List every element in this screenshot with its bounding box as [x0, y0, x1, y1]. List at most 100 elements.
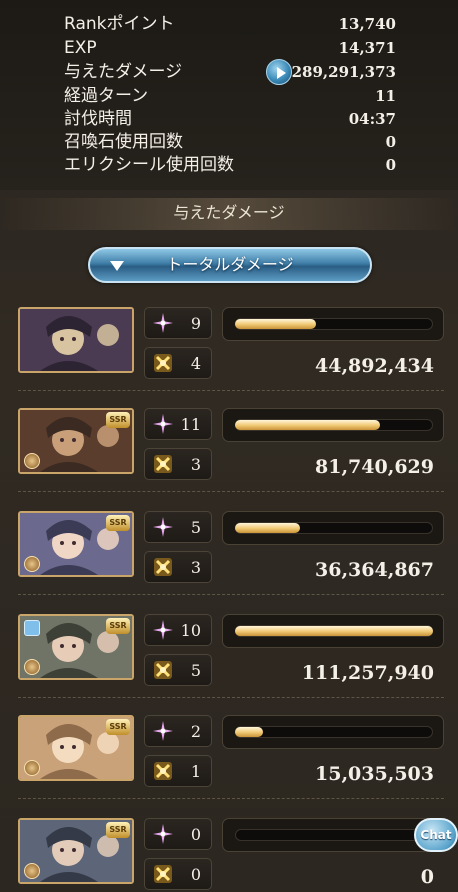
member-damage-value: 81,740,629 — [315, 456, 434, 478]
damage-bar-fill — [235, 727, 263, 737]
row-divider — [18, 798, 444, 799]
element-icon — [24, 556, 40, 572]
element-icon — [24, 453, 40, 469]
ougi-count-pill: 3 — [144, 551, 212, 583]
ougi-count-pill: 4 — [144, 347, 212, 379]
ougi-count-pill: 3 — [144, 448, 212, 480]
damage-bar — [222, 818, 444, 852]
character-portrait[interactable]: SSR — [18, 818, 134, 884]
party-member-row: SSR 11 3 81,740,629 — [18, 408, 448, 494]
ssr-badge: SSR — [106, 515, 130, 531]
skill-count-pill: 11 — [144, 408, 212, 440]
row-divider — [18, 390, 444, 391]
battle-time-label: 討伐時間 — [64, 109, 132, 129]
party-member-row: 9 4 44,892,434 — [18, 307, 448, 393]
skill-count: 11 — [180, 415, 201, 434]
ougi-count-pill: 0 — [144, 858, 212, 890]
ougi-count: 4 — [190, 354, 201, 373]
elapsed-turns-value: 11 — [375, 87, 396, 105]
damage-bar — [222, 307, 444, 341]
party-member-row: SSR 5 3 36,364,867 — [18, 511, 448, 597]
skill-count-pill: 9 — [144, 307, 212, 339]
damage-bar-fill — [235, 523, 300, 533]
sparkle-icon — [153, 517, 173, 537]
damage-type-dropdown[interactable]: トータルダメージ — [88, 247, 372, 283]
damage-detail-play-button[interactable] — [266, 59, 292, 85]
damage-bar — [222, 511, 444, 545]
ssr-badge: SSR — [106, 412, 130, 428]
element-icon — [24, 659, 40, 675]
dropdown-selected-label: トータルダメージ — [166, 255, 294, 274]
party-member-row: SSR 10 5 111,257,940 — [18, 614, 448, 700]
elapsed-turns-label: 経過ターン — [64, 86, 149, 106]
ougi-count-pill: 5 — [144, 654, 212, 686]
sparkle-icon — [153, 414, 173, 434]
ougi-count: 1 — [190, 762, 201, 781]
battle-time-value: 04:37 — [348, 110, 396, 128]
ougi-count: 5 — [190, 661, 201, 680]
character-portrait[interactable]: SSR — [18, 408, 134, 474]
skill-count-pill: 2 — [144, 715, 212, 747]
rank-points-label: Rankポイント — [64, 14, 175, 34]
row-divider — [18, 594, 444, 595]
crossed-swords-icon — [154, 661, 172, 679]
member-damage-value: 0 — [420, 866, 434, 888]
party-member-row: SSR 2 1 15,035,503 — [18, 715, 448, 801]
summon-uses-label: 召喚石使用回数 — [64, 132, 183, 152]
character-portrait[interactable]: SSR — [18, 715, 134, 781]
skill-count: 9 — [190, 314, 201, 333]
damage-bar-track — [235, 726, 433, 738]
elixir-uses-value: 0 — [385, 156, 396, 174]
sparkle-icon — [153, 721, 173, 741]
exp-label: EXP — [64, 38, 97, 58]
water-ring-icon — [24, 620, 40, 636]
elixir-uses-row: エリクシール使用回数 0 — [64, 154, 396, 177]
element-icon — [24, 760, 40, 776]
ssr-badge: SSR — [106, 822, 130, 838]
rank-points-value: 13,740 — [338, 15, 396, 33]
member-damage-value: 111,257,940 — [301, 662, 434, 684]
chat-button[interactable]: Chat — [414, 818, 458, 852]
skill-count: 10 — [180, 621, 201, 640]
damage-bar-fill — [235, 420, 380, 430]
character-portrait-image — [20, 309, 132, 371]
party-member-row: SSR 0 0 0 — [18, 818, 448, 892]
damage-bar — [222, 408, 444, 442]
character-portrait[interactable]: SSR — [18, 511, 134, 577]
summon-uses-row: 召喚石使用回数 0 — [64, 131, 396, 154]
summon-uses-value: 0 — [385, 133, 396, 151]
skill-count-pill: 0 — [144, 818, 212, 850]
element-icon — [24, 863, 40, 879]
row-divider — [18, 697, 444, 698]
ougi-count: 3 — [190, 558, 201, 577]
elapsed-turns-row: 経過ターン 11 — [64, 85, 396, 108]
crossed-swords-icon — [154, 865, 172, 883]
skill-count: 2 — [190, 722, 201, 741]
damage-bar — [222, 614, 444, 648]
exp-value: 14,371 — [338, 39, 396, 57]
member-damage-value: 44,892,434 — [315, 355, 434, 377]
skill-count: 5 — [190, 518, 201, 537]
crossed-swords-icon — [154, 558, 172, 576]
damage-bar-fill — [235, 319, 316, 329]
section-title: 与えたダメージ — [0, 198, 458, 230]
damage-bar-track — [235, 829, 433, 841]
ougi-count: 3 — [190, 455, 201, 474]
damage-dealt-value: 289,291,373 — [291, 63, 396, 81]
battle-results-panel: Rankポイント 13,740 EXP 14,371 与えたダメージ 289,2… — [0, 0, 458, 190]
rank-points-row: Rankポイント 13,740 — [64, 13, 396, 36]
damage-bar-fill — [235, 626, 433, 636]
damage-dealt-row: 与えたダメージ 289,291,373 — [64, 59, 396, 85]
member-damage-value: 15,035,503 — [315, 763, 434, 785]
sparkle-icon — [153, 313, 173, 333]
skill-count-pill: 5 — [144, 511, 212, 543]
sparkle-icon — [153, 824, 173, 844]
crossed-swords-icon — [154, 762, 172, 780]
elixir-uses-label: エリクシール使用回数 — [64, 155, 234, 175]
character-portrait[interactable]: SSR — [18, 614, 134, 680]
member-damage-value: 36,364,867 — [315, 559, 434, 581]
damage-bar — [222, 715, 444, 749]
character-portrait[interactable] — [18, 307, 134, 373]
skill-count-pill: 10 — [144, 614, 212, 646]
damage-dealt-label: 与えたダメージ — [64, 62, 183, 82]
